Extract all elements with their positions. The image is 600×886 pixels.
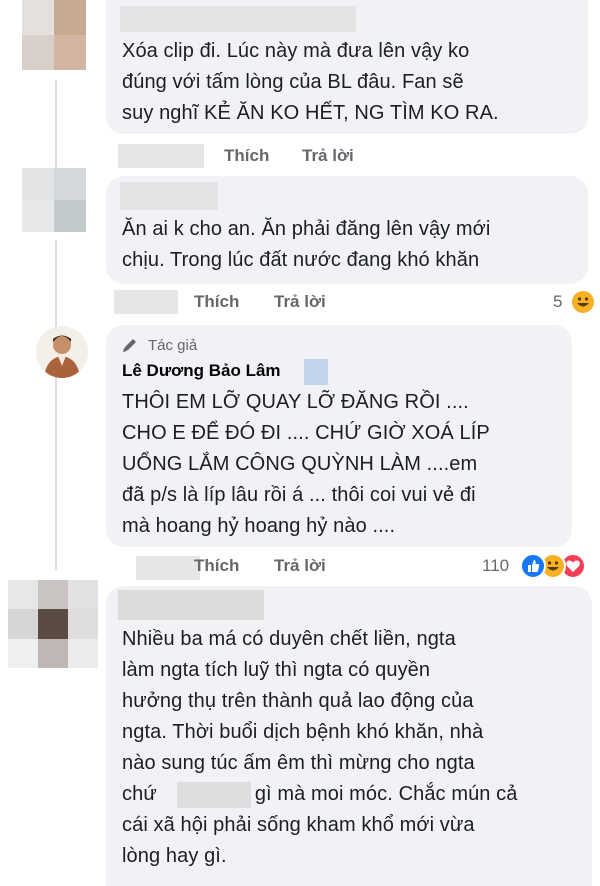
comment-bubble: Nhiều ba má có duyên chết liền, ngta làm… — [106, 586, 592, 886]
text-fragment: chứ — [122, 783, 157, 805]
reply-button[interactable]: Trả lời — [274, 292, 326, 312]
author-name[interactable]: Lê Dương Bảo Lâm — [122, 361, 281, 381]
comment-text-line: mà hoang hỷ hoang hỷ nào .... — [122, 515, 396, 537]
author-badge: Tác giả — [148, 337, 198, 354]
thread-line — [55, 80, 57, 170]
avatar[interactable] — [8, 580, 98, 668]
comment-text-line: ngta. Thời buổi dịch bệnh khó khăn, nhà — [122, 721, 484, 743]
verified-badge-blurred — [304, 359, 328, 385]
author-comment-bubble: Tác giả Lê Dương Bảo Lâm THÔI EM LỠ QUAY… — [106, 325, 572, 547]
comment-bubble: Xóa clip đi. Lúc này mà đưa lên vậy ko đ… — [106, 0, 588, 134]
comment-text-line: đã p/s là líp lâu rồi á ... thôi coi vui… — [122, 484, 476, 506]
comment-text-line: đúng với tấm lòng của BL đâu. Fan sẽ — [122, 71, 464, 93]
avatar[interactable] — [22, 0, 86, 70]
like-icon — [520, 553, 546, 579]
pencil-icon — [122, 337, 140, 358]
avatar[interactable] — [22, 168, 86, 232]
text-fragment: gì mà moi móc. Chắc mún cả — [254, 783, 518, 805]
comment-text-line: chứ gì mà moi móc. Chắc mún cả — [122, 779, 518, 810]
author-name-blurred — [120, 182, 218, 210]
author-name-blurred — [118, 590, 264, 620]
comment-text-line: Xóa clip đi. Lúc này mà đưa lên vậy ko — [122, 40, 470, 62]
comment-text-line: hưởng thụ trên thành quả lao động của — [122, 690, 474, 712]
comment-text-line: THÔI EM LỠ QUAY LỠ ĐĂNG RỒI .... — [122, 391, 469, 413]
reply-button[interactable]: Trả lời — [274, 556, 326, 576]
comment-text-line: Ăn ai k cho an. Ăn phải đăng lên vậy mới — [122, 218, 491, 240]
reaction-count[interactable]: 110 — [482, 556, 509, 576]
reaction-count[interactable]: 5 — [553, 292, 562, 312]
author-name-blurred — [120, 6, 356, 32]
like-button[interactable]: Thích — [194, 292, 239, 312]
comment-text-line: Nhiều ba má có duyên chết liền, ngta — [122, 628, 456, 650]
haha-icon — [570, 289, 596, 315]
comment-text-line: nào sung túc ấm êm thì mừng cho ngta — [122, 752, 475, 774]
comment-text-line: suy nghĩ KẺ ĂN KO HẾT, NG TÌM KO RA. — [122, 102, 499, 124]
thread-line — [55, 240, 57, 570]
like-button[interactable]: Thích — [224, 146, 269, 166]
comment-text-line: lòng hay gì. — [122, 845, 227, 867]
timestamp-blurred — [118, 144, 204, 168]
comment-text-line: cái xã hội phải sống kham khổ mới vừa — [122, 814, 475, 836]
censored-word-blurred — [176, 781, 251, 808]
timestamp-blurred — [136, 556, 200, 580]
author-avatar[interactable] — [36, 326, 88, 378]
comment-text-line: UỔNG LẮM CÔNG QUỲNH LÀM ....em — [122, 453, 478, 475]
comment-text-line: CHO E ĐỂ ĐÓ ĐI .... CHỨ GIỜ XOÁ LÍP — [122, 422, 490, 444]
comment-text-line: làm ngta tích luỹ thì ngta có quyền — [122, 659, 431, 681]
comment-bubble: Ăn ai k cho an. Ăn phải đăng lên vậy mới… — [106, 176, 588, 284]
timestamp-blurred — [114, 290, 178, 314]
comment-text-line: chịu. Trong lúc đất nước đang khó khăn — [122, 249, 480, 271]
like-button[interactable]: Thích — [194, 556, 239, 576]
reply-button[interactable]: Trả lời — [302, 146, 354, 166]
